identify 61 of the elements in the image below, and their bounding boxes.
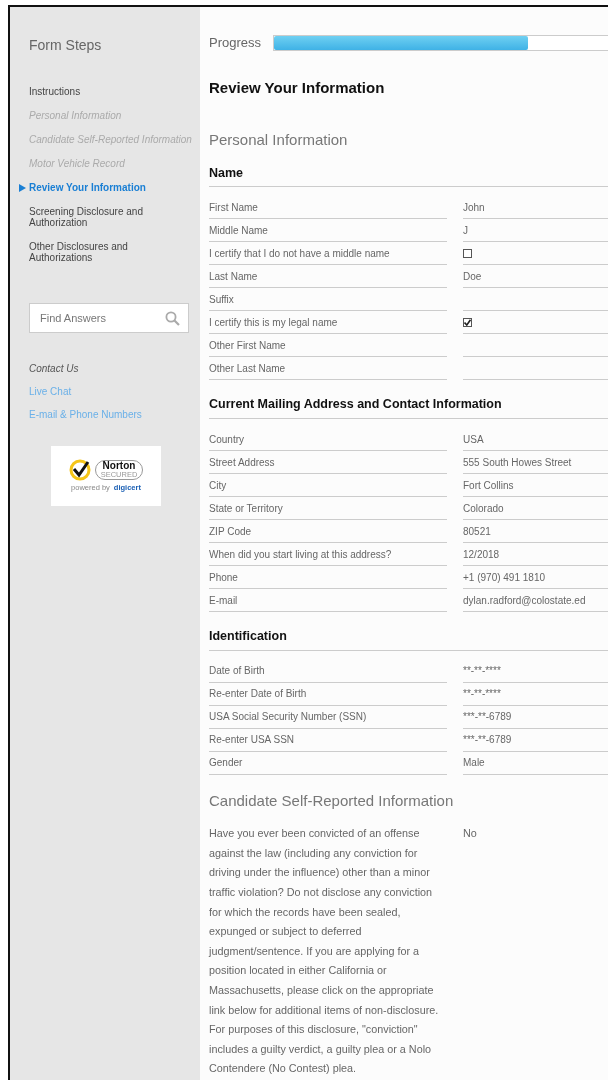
field-label: Date of Birth (209, 659, 447, 683)
field-label: Middle Name (209, 219, 447, 243)
field-label: Re-enter Date of Birth (209, 682, 447, 706)
field-label: Last Name (209, 265, 447, 289)
form-step-link: Motor Vehicle Record (29, 158, 126, 169)
group-title: Current Mailing Address and Contact Information (209, 395, 608, 419)
field-label: Re-enter USA SSN (209, 728, 447, 752)
field-label: USA Social Security Number (SSN) (209, 705, 447, 729)
form-step-link: Personal Information (29, 110, 123, 121)
field-value: John (463, 200, 485, 215)
field-value: 80521 (463, 524, 491, 539)
field-label: Other Last Name (209, 357, 447, 381)
form-step-link: Candidate Self-Reported Information (29, 134, 193, 145)
question-text: Have you ever been convicted of an offense against the law (including any conviction for driving under the influence) other than a minor traffic violation? Do not disclose any conviction for which the records have been sealed, expunged or subject to deferred judgment/sentence. If you are applying for a position located in either California or Massachusetts, please click on the appropriate link below for additional items of non-disclosure. For purposes of this disclosure, "conviction" includes a guilty verdict, a guilty plea or a Nolo Contendere (No Contest) plea. (209, 826, 440, 1077)
search-field[interactable]: Find Answers (29, 303, 189, 333)
form-step-link[interactable]: Instructions (29, 86, 200, 97)
field-value: +1 (970) 491 1810 (463, 570, 545, 585)
badge-brand: Norton (102, 460, 136, 470)
field-value: ***-**-6789 (463, 733, 512, 748)
checkbox[interactable] (463, 248, 472, 258)
answer-value: No (463, 826, 478, 842)
field-label: ZIP Code (209, 520, 447, 543)
field-value: Colorado (463, 501, 504, 516)
field-label: I certify this is my legal name (209, 311, 447, 335)
field-value: 555 South Howes Street (463, 455, 572, 470)
contact-heading: Contact Us (29, 362, 80, 376)
group-title: Name (209, 163, 608, 188)
field-label: E-mail (209, 589, 447, 612)
section-title: Candidate Self-Reported Information (209, 790, 455, 811)
field-value: ***-**-6789 (463, 710, 512, 725)
search-input[interactable]: Find Answers (38, 308, 148, 328)
field-label: City (209, 474, 447, 497)
current-step-arrow-icon (19, 184, 26, 192)
field-label: I certify that I do not have a middle name (209, 242, 447, 266)
field-value: J (463, 223, 468, 238)
page-title: Review Your Information (209, 77, 386, 98)
checkbox[interactable] (463, 317, 472, 327)
field-value: USA (463, 432, 484, 447)
field-value: Fort Collins (463, 478, 514, 493)
form-step-link[interactable]: Other Disclosures and Authorizations (29, 241, 200, 263)
sidebar-title: Form Steps (29, 36, 103, 55)
form-step-link[interactable]: Screening Disclosure and Authorization (29, 206, 200, 228)
field-value: dylan.radford@colostate.ed (463, 593, 586, 608)
checkmark-icon (68, 458, 91, 481)
field-value: **-**-**** (463, 664, 501, 679)
field-label: State or Territory (209, 497, 447, 520)
field-label: Suffix (209, 288, 447, 312)
field-label: Gender (209, 751, 447, 775)
field-value: Doe (463, 269, 482, 284)
field-value: 12/2018 (463, 547, 500, 562)
field-label: When did you start living at this address? (209, 543, 447, 566)
field-label: Street Address (209, 451, 447, 474)
field-label: Country (209, 428, 447, 451)
progress-label: Progress (209, 34, 262, 52)
field-label: First Name (209, 196, 447, 220)
field-label: Phone (209, 566, 447, 589)
section-title: Personal Information (209, 130, 349, 150)
field-value: Male (463, 756, 485, 771)
field-label: Other First Name (209, 334, 447, 358)
group-title: Identification (209, 627, 608, 651)
field-value: **-**-**** (463, 687, 501, 702)
